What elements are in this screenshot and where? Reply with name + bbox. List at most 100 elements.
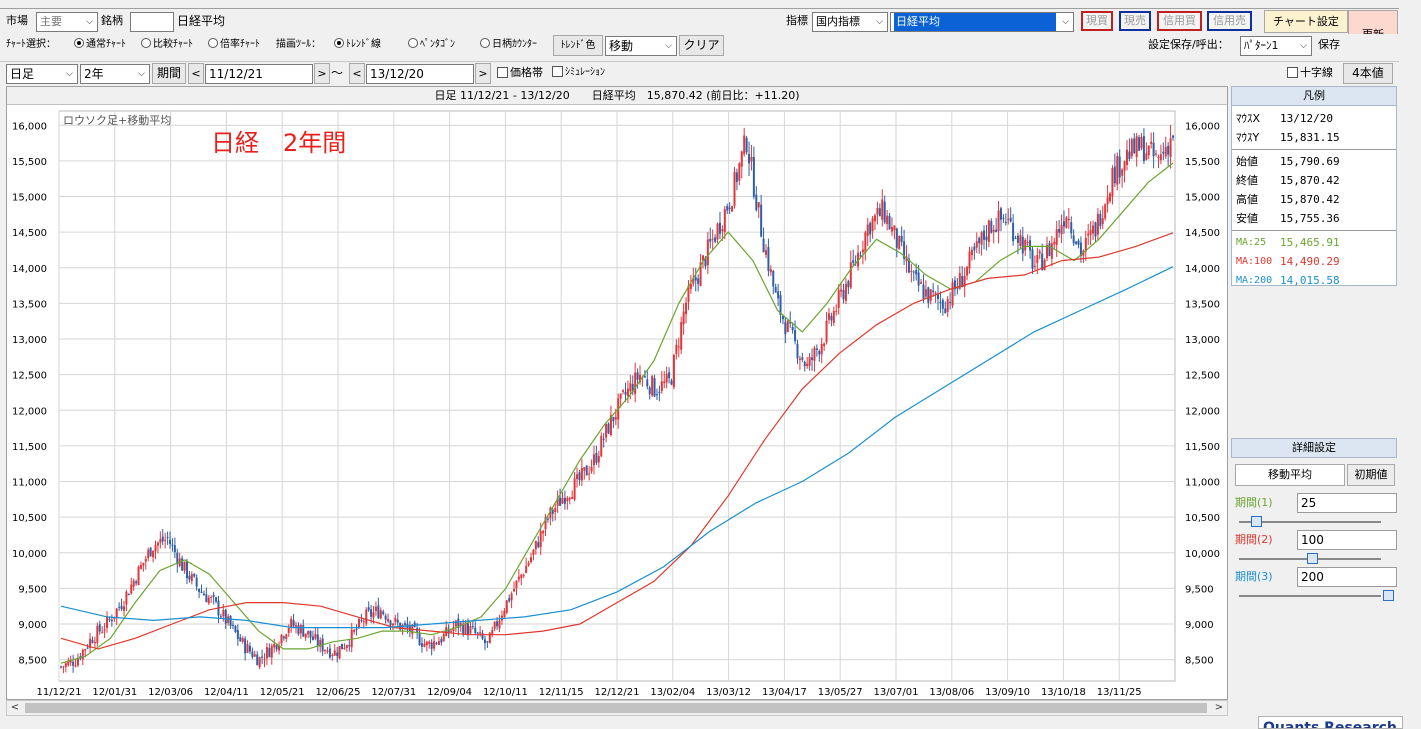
candle-body bbox=[244, 638, 247, 654]
candle-body bbox=[825, 320, 828, 343]
period-type-select[interactable]: 日足 ⌵ bbox=[6, 64, 78, 84]
candle-body bbox=[62, 666, 65, 668]
margin-sell-button[interactable]: 信用売 bbox=[1207, 11, 1252, 31]
spot-sell-button[interactable]: 現売 bbox=[1119, 11, 1151, 31]
date-to-input[interactable]: 13/12/20 bbox=[366, 64, 474, 84]
scroll-right-icon[interactable]: > bbox=[1211, 701, 1227, 715]
price-band-checkbox[interactable]: 価格帯 bbox=[497, 63, 543, 83]
candle-body bbox=[374, 606, 377, 612]
vertical-scrollbar[interactable] bbox=[1399, 0, 1421, 729]
chart-panel[interactable]: 日足 11/12/21 - 13/12/20 日経平均 15,870.42 (前… bbox=[6, 86, 1228, 700]
candle-body bbox=[285, 634, 288, 640]
scroll-left-icon[interactable]: < bbox=[7, 701, 23, 715]
move-select[interactable]: 移動 ⌵ bbox=[605, 36, 677, 56]
candle-body bbox=[1125, 149, 1128, 166]
clear-button[interactable]: クリア bbox=[679, 35, 724, 56]
legend-key: ﾏｳｽY bbox=[1236, 131, 1260, 144]
candle-body bbox=[985, 236, 988, 241]
candle-body bbox=[915, 269, 918, 275]
x-tick-label: 12/09/04 bbox=[427, 687, 472, 698]
period-1-slider[interactable] bbox=[1235, 516, 1385, 528]
candle-body bbox=[510, 593, 513, 601]
candle-body bbox=[711, 238, 714, 240]
simulation-checkbox[interactable]: ｼﾐｭﾚｰｼｮﾝ bbox=[552, 63, 605, 83]
y-tick-label-right: 15,500 bbox=[1185, 157, 1220, 168]
period-1-input[interactable]: 25 bbox=[1297, 493, 1397, 513]
legend-value: 14,015.58 bbox=[1280, 274, 1340, 287]
chevron-down-icon: ⌵ bbox=[872, 13, 887, 31]
period-button[interactable]: 期間 bbox=[152, 63, 186, 84]
candle-body bbox=[607, 423, 610, 434]
radio-ratio-chart[interactable]: 倍率ﾁｬｰﾄ bbox=[208, 35, 260, 55]
candle-body bbox=[341, 643, 344, 650]
candle-body bbox=[1157, 157, 1160, 159]
span-select[interactable]: 2年 ⌵ bbox=[80, 64, 150, 84]
candle-body bbox=[813, 347, 816, 361]
candle-body bbox=[248, 645, 251, 652]
initial-value-button[interactable]: 初期値 bbox=[1347, 464, 1395, 486]
candle-body bbox=[980, 232, 983, 245]
indicator-category-select[interactable]: 国内指標 ⌵ bbox=[812, 12, 888, 32]
candle-body bbox=[280, 634, 283, 644]
legend-row: ﾏｳｽY 15,831.15 bbox=[1232, 128, 1396, 147]
candle-body bbox=[1130, 139, 1133, 157]
date-from-next-button[interactable]: > bbox=[314, 63, 330, 84]
period-3-slider[interactable] bbox=[1235, 590, 1394, 602]
trend-color-button[interactable]: ﾄﾚﾝﾄﾞ色 bbox=[553, 35, 603, 56]
candle-body bbox=[561, 498, 564, 504]
candle-body bbox=[660, 381, 663, 392]
symbol-input[interactable] bbox=[130, 12, 174, 32]
save-button[interactable]: 保存 bbox=[1318, 35, 1340, 55]
market-select-value: 主要 bbox=[40, 15, 62, 28]
candle-body bbox=[171, 544, 174, 546]
candle-body bbox=[353, 629, 356, 632]
period-3-input[interactable]: 200 bbox=[1297, 567, 1397, 587]
legend-row: 始値 15,790.69 bbox=[1232, 152, 1396, 171]
radio-compare-chart[interactable]: 比較ﾁｬｰﾄ bbox=[141, 35, 193, 55]
four-values-button[interactable]: 4本値 bbox=[1343, 63, 1393, 84]
indicator-select[interactable]: 日経平均 ⌵ bbox=[890, 12, 1074, 32]
tab-moving-average[interactable]: 移動平均 bbox=[1235, 464, 1345, 486]
legend-title: 凡例 bbox=[1231, 86, 1397, 106]
slider-thumb[interactable] bbox=[1251, 516, 1262, 527]
radio-day-counter[interactable]: 日柄ｶｳﾝﾀｰ bbox=[480, 35, 537, 55]
slider-thumb[interactable] bbox=[1307, 553, 1318, 564]
candle-body bbox=[370, 609, 373, 617]
candle-body bbox=[1145, 153, 1148, 160]
x-tick-label: 11/12/21 bbox=[37, 687, 82, 698]
period-2-slider[interactable] bbox=[1235, 553, 1385, 565]
candle-body bbox=[612, 416, 615, 422]
candle-body bbox=[929, 289, 932, 301]
radio-trend-line[interactable]: ﾄﾚﾝﾄﾞ線 bbox=[334, 35, 381, 55]
market-select[interactable]: 主要 ⌵ bbox=[36, 12, 98, 32]
candle-body bbox=[1172, 135, 1174, 138]
candle-body bbox=[1038, 251, 1041, 254]
candle-body bbox=[735, 172, 738, 182]
candle-body bbox=[1113, 166, 1116, 184]
candle-body bbox=[1135, 136, 1138, 158]
candle-body bbox=[93, 641, 96, 644]
candle-body bbox=[886, 215, 889, 225]
period-2-input[interactable]: 100 bbox=[1297, 530, 1397, 550]
candle-body bbox=[844, 283, 847, 301]
date-from-prev-button[interactable]: < bbox=[188, 63, 204, 84]
date-to-next-button[interactable]: > bbox=[475, 63, 491, 84]
date-to-prev-button[interactable]: < bbox=[349, 63, 365, 84]
margin-buy-button[interactable]: 信用買 bbox=[1157, 11, 1202, 31]
scrollbar-thumb[interactable] bbox=[25, 703, 1207, 713]
crosshair-checkbox[interactable]: 十字線 bbox=[1287, 63, 1333, 83]
horizontal-scrollbar[interactable]: < > bbox=[6, 700, 1228, 716]
pattern-select[interactable]: ﾊﾟﾀｰﾝ1 ⌵ bbox=[1240, 36, 1312, 56]
candle-body bbox=[830, 315, 833, 321]
candle-body bbox=[185, 560, 188, 579]
candlestick-chart[interactable]: 8,500 8,500 9,000 9,000 9,500 9,500 10,000 10,0… bbox=[7, 105, 1227, 699]
spot-buy-button[interactable]: 現買 bbox=[1081, 11, 1113, 31]
radio-pentagon[interactable]: ﾍﾟﾝﾀｺﾞﾝ bbox=[408, 35, 455, 55]
period-2-label: 期間(2) bbox=[1235, 533, 1273, 546]
slider-thumb[interactable] bbox=[1383, 590, 1394, 601]
candle-body bbox=[798, 358, 801, 360]
chart-settings-button[interactable]: チャート設定 bbox=[1264, 10, 1348, 33]
date-from-input[interactable]: 11/12/21 bbox=[205, 64, 313, 84]
radio-normal-chart[interactable]: 通常ﾁｬｰﾄ bbox=[74, 35, 126, 55]
candle-body bbox=[486, 641, 489, 643]
